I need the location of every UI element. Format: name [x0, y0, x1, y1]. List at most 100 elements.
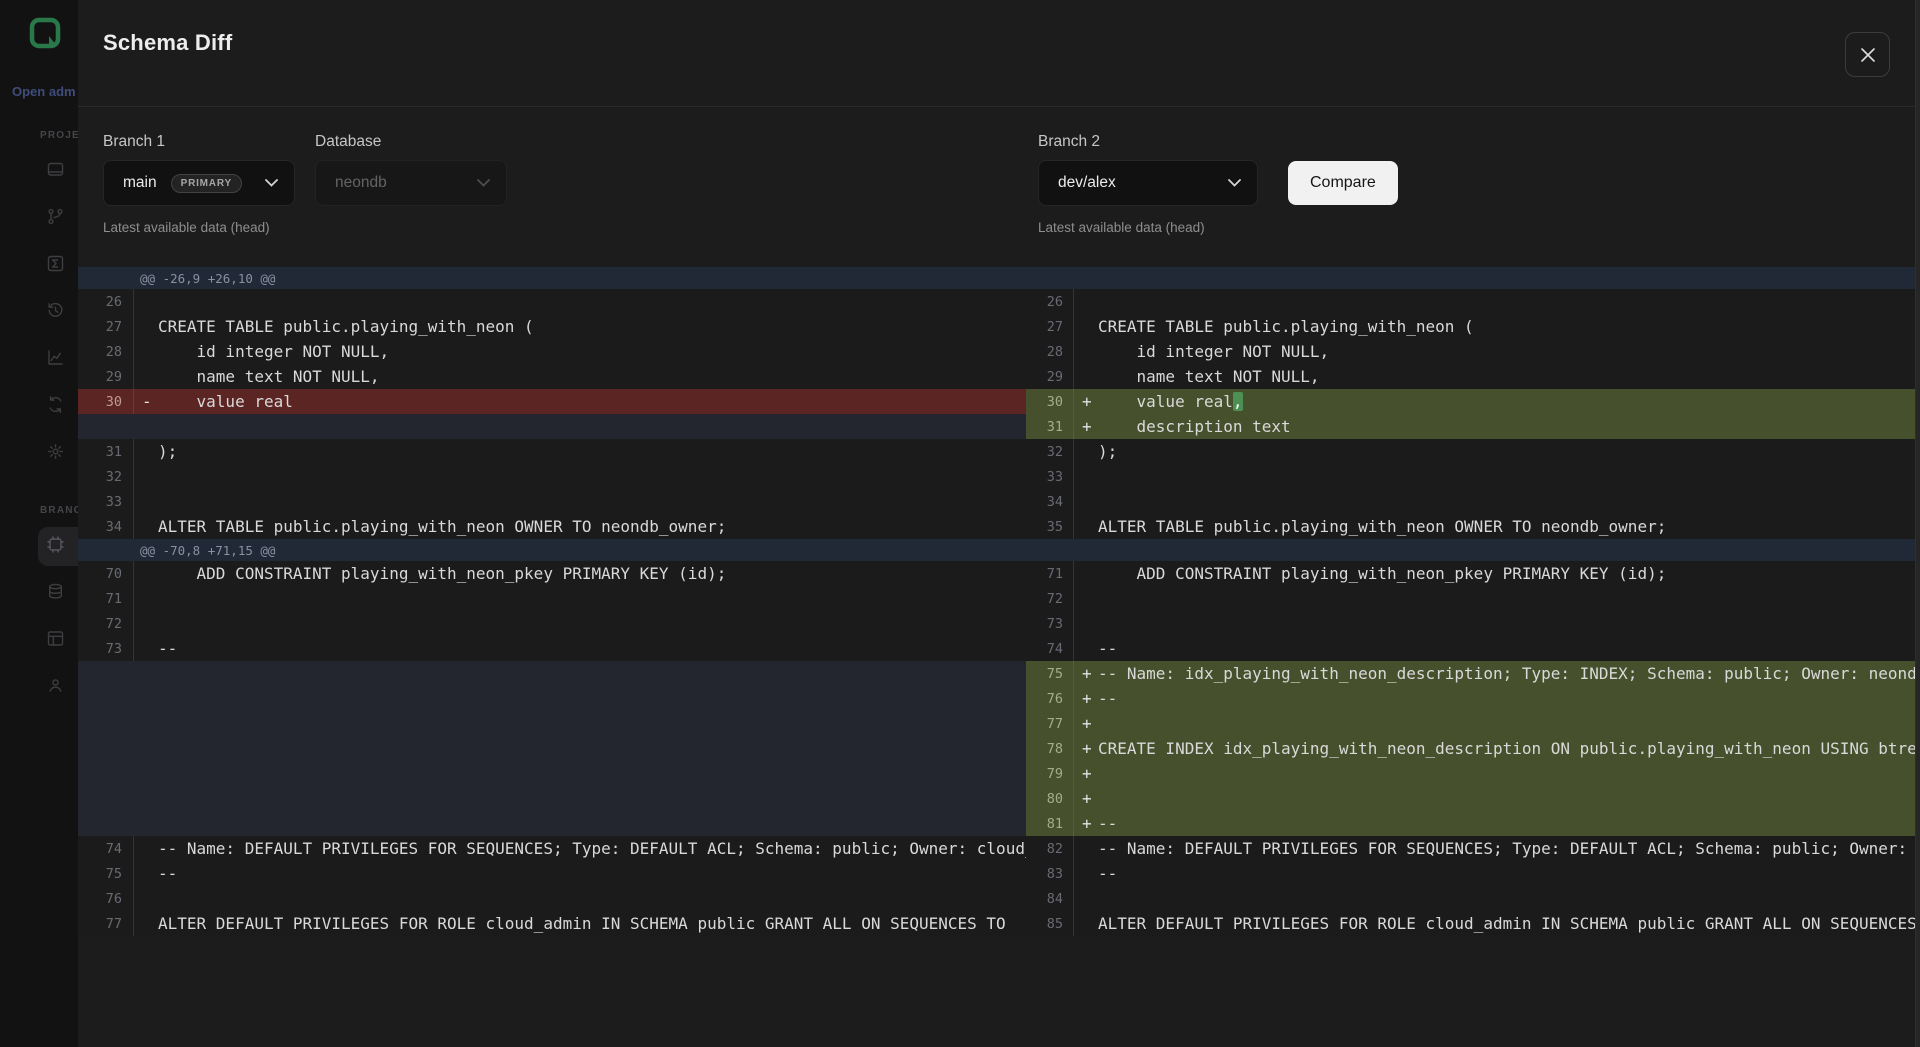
open-admin-link[interactable]: Open adm	[12, 84, 78, 99]
hunk-label: @@ -70,8 +71,15 @@	[78, 543, 275, 558]
monitoring-icon	[46, 348, 65, 372]
sidebar-item-databases[interactable]	[0, 570, 78, 617]
diff-line-context: 72	[1026, 586, 1920, 611]
code-text: ADD CONSTRAINT playing_with_neon_pkey PR…	[158, 561, 726, 586]
chevron-down-icon	[265, 179, 278, 187]
line-number: 78	[1026, 736, 1074, 761]
sidebar-item-restore[interactable]	[0, 289, 78, 336]
line-number: 73	[1026, 611, 1074, 636]
sidebar-item-sql-editor[interactable]	[0, 242, 78, 289]
sidebar-item-dashboard[interactable]	[0, 148, 78, 195]
line-number: 27	[1026, 314, 1074, 339]
diff-spacer	[78, 761, 1026, 786]
diff-line-context: 35ALTER TABLE public.playing_with_neon O…	[1026, 514, 1920, 539]
line-number: 74	[1026, 636, 1074, 661]
diff-line-context: 85ALTER DEFAULT PRIVILEGES FOR ROLE clou…	[1026, 911, 1920, 936]
diff-line-context: 74 -- Name: DEFAULT PRIVILEGES FOR SEQUEN…	[78, 836, 1026, 861]
sidebar-item-tables[interactable]	[0, 617, 78, 664]
diff-viewer: @@ -26,9 +26,10 @@262627CREATE TABLE pub…	[78, 267, 1920, 936]
primary-badge: PRIMARY	[171, 174, 242, 193]
diff-marker: +	[1074, 739, 1098, 758]
diff-line-context: 26	[78, 289, 1026, 314]
diff-line-context: 74--	[1026, 636, 1920, 661]
line-number: 35	[1026, 514, 1074, 539]
diff-spacer	[78, 414, 1026, 439]
diff-line-add: 80+	[1026, 786, 1920, 811]
code-text: -- Name: idx_playing_with_neon_descripti…	[1098, 661, 1920, 686]
sidebar-item-roles[interactable]	[0, 664, 78, 711]
code-text: ALTER DEFAULT PRIVILEGES FOR ROLE cloud_…	[1098, 911, 1920, 936]
line-number: 73	[78, 636, 134, 661]
code-text: --	[158, 861, 177, 886]
roles-icon	[46, 676, 65, 700]
diff-line-context: 34	[1026, 489, 1920, 514]
diff-row: 70 ADD CONSTRAINT playing_with_neon_pkey…	[78, 561, 1920, 586]
tables-icon	[46, 629, 65, 653]
line-number: 77	[1026, 711, 1074, 736]
diff-line-del: 30- value real	[78, 389, 1026, 414]
code-text: -- Name: DEFAULT PRIVILEGES FOR SEQUENCE…	[158, 836, 1026, 861]
diff-line-context: 83--	[1026, 861, 1920, 886]
database-label: Database	[315, 133, 381, 151]
database-select[interactable]: neondb	[315, 160, 507, 206]
diff-spacer	[78, 811, 1026, 836]
diff-spacer	[78, 686, 1026, 711]
diff-line-add: 77+	[1026, 711, 1920, 736]
sidebar-section-heading: BRANCHES	[0, 505, 78, 523]
restore-icon	[46, 301, 65, 325]
settings-icon	[46, 442, 65, 466]
line-number: 28	[78, 339, 134, 364]
compare-button[interactable]: Compare	[1288, 161, 1398, 205]
chevron-down-icon	[477, 179, 490, 187]
diff-spacer	[78, 786, 1026, 811]
sidebar-item-integrations[interactable]	[0, 383, 78, 430]
diff-line-context: 27CREATE TABLE public.playing_with_neon …	[1026, 314, 1920, 339]
line-number: 71	[1026, 561, 1074, 586]
diff-line-context: 26	[1026, 289, 1920, 314]
scrollbar[interactable]	[1915, 0, 1920, 1047]
diff-row: 73 -- 74--	[78, 636, 1920, 661]
code-text: -- Name: DEFAULT PRIVILEGES FOR SEQUENCE…	[1098, 836, 1920, 861]
hunk-header: @@ -70,8 +71,15 @@	[78, 539, 1920, 561]
code-text: id integer NOT NULL,	[1098, 339, 1329, 364]
diff-line-add: 76+--	[1026, 686, 1920, 711]
diff-line-context: 73	[1026, 611, 1920, 636]
diff-row: 75+-- Name: idx_playing_with_neon_descri…	[78, 661, 1920, 686]
line-number: 81	[1026, 811, 1074, 836]
branches-icon	[46, 207, 65, 231]
schema-diff-modal: Schema Diff Branch 1 Database Branch 2 m…	[78, 0, 1920, 1047]
line-number: 30	[78, 389, 134, 414]
close-button[interactable]	[1845, 32, 1890, 77]
sidebar-item-monitoring[interactable]	[0, 336, 78, 383]
diff-row: 77+	[78, 711, 1920, 736]
diff-line-context: 29 name text NOT NULL,	[78, 364, 1026, 389]
sidebar-item-settings[interactable]	[0, 430, 78, 477]
line-number: 72	[1026, 586, 1074, 611]
branch1-select[interactable]: main PRIMARY	[103, 160, 295, 206]
database-value: neondb	[335, 174, 387, 192]
diff-line-context: 75--	[78, 861, 1026, 886]
code-text: name text NOT NULL,	[1098, 364, 1320, 389]
diff-marker: +	[1074, 417, 1098, 436]
branch2-select[interactable]: dev/alex	[1038, 160, 1258, 206]
line-number: 34	[78, 514, 134, 539]
code-text: value real,	[1098, 389, 1243, 414]
sidebar-item-overview[interactable]	[0, 523, 78, 570]
diff-row: 31+ description text	[78, 414, 1920, 439]
line-number: 74	[78, 836, 134, 861]
diff-line-context: 71 ADD CONSTRAINT playing_with_neon_pkey…	[1026, 561, 1920, 586]
line-number: 75	[1026, 661, 1074, 686]
code-text: --	[1098, 861, 1117, 886]
code-text: name text NOT NULL,	[158, 364, 380, 389]
diff-line-context: 29 name text NOT NULL,	[1026, 364, 1920, 389]
code-text: --	[158, 636, 177, 661]
code-text: --	[1098, 686, 1117, 711]
branch2-label: Branch 2	[1038, 133, 1100, 151]
sidebar-item-branches[interactable]	[0, 195, 78, 242]
diff-row: 78+CREATE INDEX idx_playing_with_neon_de…	[78, 736, 1920, 761]
code-text: description text	[1098, 414, 1291, 439]
diff-row: 2626	[78, 289, 1920, 314]
integrations-icon	[46, 395, 65, 419]
diff-line-add: 75+-- Name: idx_playing_with_neon_descri…	[1026, 661, 1920, 686]
neon-logo-icon[interactable]	[29, 17, 61, 49]
